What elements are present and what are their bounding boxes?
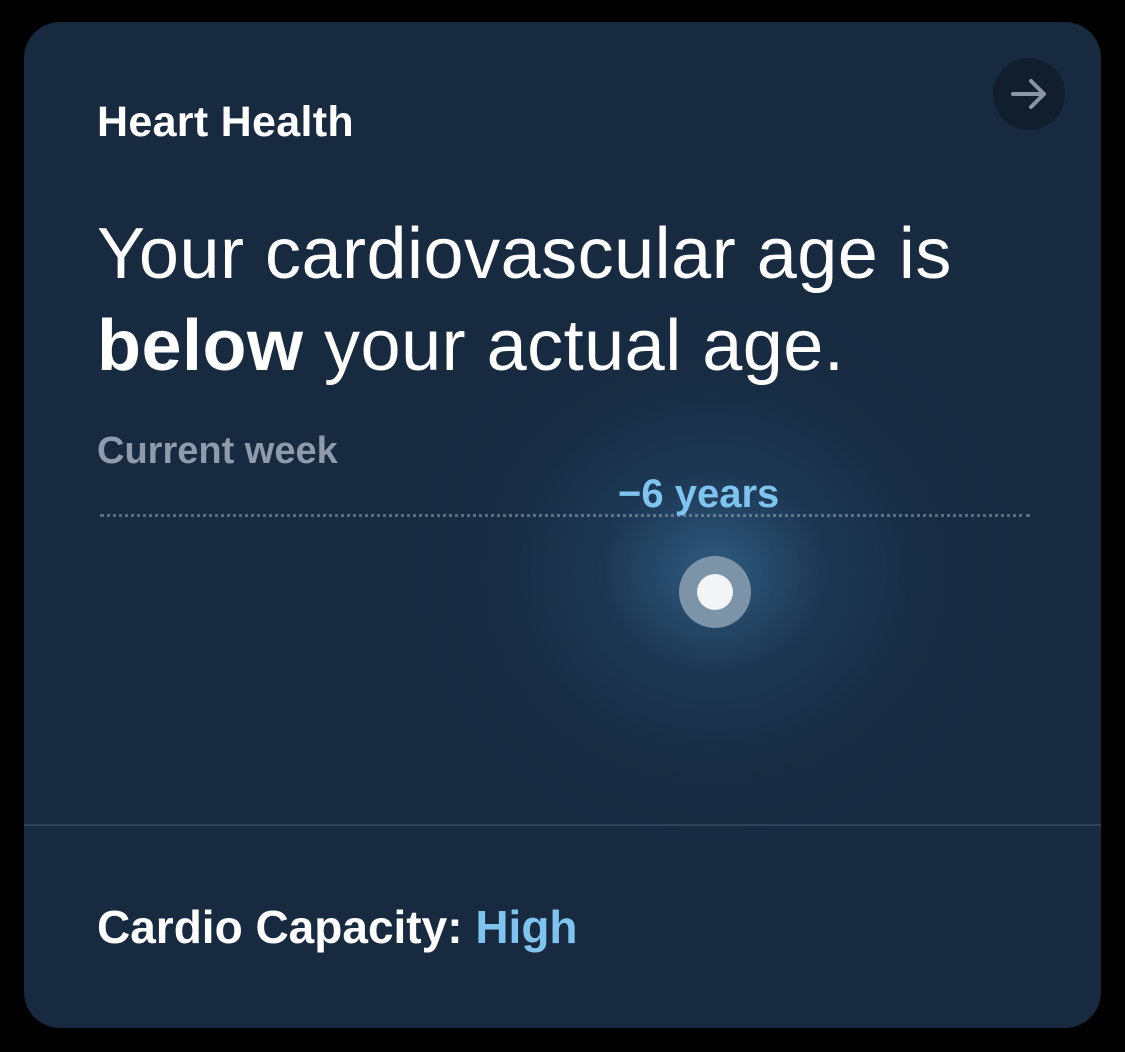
- card-title: Heart Health: [97, 98, 354, 146]
- cardio-capacity-label: Cardio Capacity:: [97, 901, 463, 953]
- cardio-capacity-value: High: [475, 901, 578, 953]
- current-week-marker: [679, 556, 751, 628]
- headline-emphasis: below: [97, 306, 304, 386]
- open-details-button[interactable]: [993, 58, 1065, 130]
- cardio-capacity-row: Cardio Capacity: High: [97, 900, 578, 954]
- baseline-dotted-line: [100, 514, 1030, 517]
- heart-health-card[interactable]: Heart Health Your cardiovascular age is …: [24, 22, 1101, 1028]
- arrow-right-icon: [1011, 79, 1046, 109]
- age-delta-label: −6 years: [618, 472, 780, 516]
- marker-dot: [697, 574, 733, 610]
- headline: Your cardiovascular age is below your ac…: [97, 208, 1037, 392]
- period-label: Current week: [97, 430, 338, 472]
- divider: [24, 824, 1101, 826]
- headline-line1: Your cardiovascular age is: [97, 214, 952, 294]
- headline-rest: your actual age.: [303, 306, 845, 386]
